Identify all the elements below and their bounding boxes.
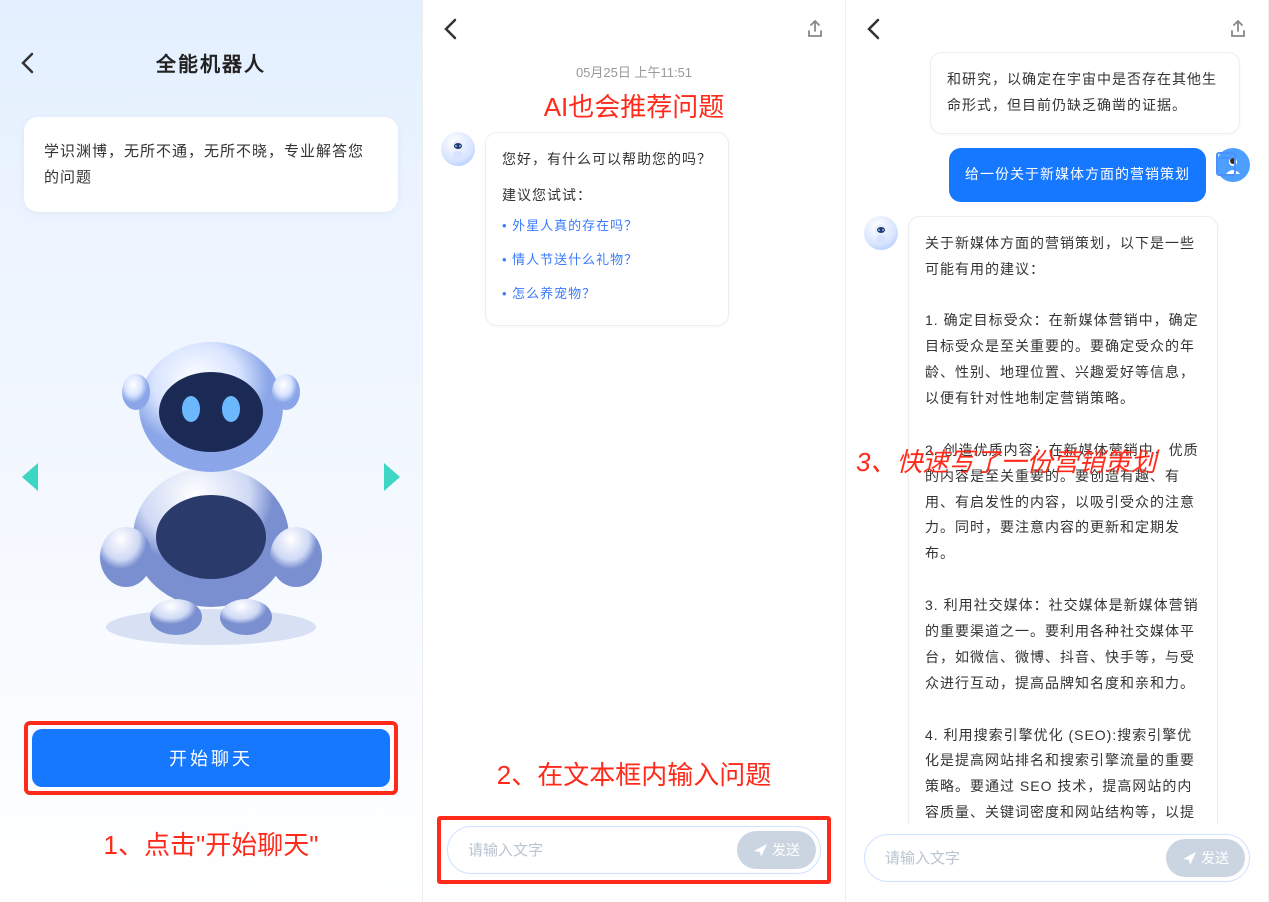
bot-message-row: 关于新媒体方面的营销策划，以下是一些可能有用的建议： 1. 确定目标受众：在新媒… (864, 216, 1250, 824)
user-message-bubble: 给一份关于新媒体方面的营销策划 (949, 148, 1206, 202)
greeting-text: 您好，有什么可以帮助您的吗？ (502, 147, 712, 173)
bot-message-bubble: 您好，有什么可以帮助您的吗？ 建议您试试： 外星人真的存在吗？ 情人节送什么礼物… (485, 132, 729, 326)
annotation-step-3: 3、快速写了一份营销策划 (856, 442, 1156, 479)
send-label: 发送 (1201, 848, 1229, 868)
copy-icon[interactable] (1216, 152, 1236, 176)
send-button[interactable]: 发送 (1166, 839, 1245, 877)
back-icon[interactable] (866, 18, 880, 40)
start-chat-button[interactable]: 开始聊天 (32, 729, 390, 787)
suggestion-item[interactable]: 外星人真的存在吗？ (502, 209, 712, 243)
suggestion-item[interactable]: 怎么养宠物？ (502, 277, 712, 311)
annotation-ai-suggests: AI也会推荐问题 (441, 87, 827, 124)
bot-avatar-icon (864, 216, 898, 250)
input-area-highlight: 发送 (437, 816, 831, 884)
bot-message-bubble: 和研究，以确定在宇宙中是否存在其他生命形式，但目前仍缺乏确凿的证据。 (930, 52, 1240, 134)
intro-card: 学识渊博，无所不通，无所不晓，专业解答您的问题 (24, 117, 398, 212)
user-message-row: 给一份关于新媒体方面的营销策划 (864, 148, 1250, 202)
input-container: 发送 (447, 826, 821, 874)
message-input[interactable] (885, 850, 1166, 867)
back-icon[interactable] (443, 18, 457, 40)
suggestion-item[interactable]: 情人节送什么礼物？ (502, 243, 712, 277)
message-input[interactable] (468, 842, 737, 859)
annotation-step-2: 2、在文本框内输入问题 (423, 735, 845, 816)
header (423, 0, 845, 52)
bot-message-bubble: 关于新媒体方面的营销策划，以下是一些可能有用的建议： 1. 确定目标受众：在新媒… (908, 216, 1218, 824)
annotation-step-1: 1、点击"开始聊天" (0, 795, 422, 902)
input-area: 发送 (846, 824, 1268, 902)
page-title: 全能机器人 (20, 48, 402, 77)
bot-avatar-icon (441, 132, 475, 166)
screen-chat-suggestions: 05月25日 上午11:51 AI也会推荐问题 您好，有什么可以帮助您的吗？ 建… (423, 0, 846, 902)
chat-body: 和研究，以确定在宇宙中是否存在其他生命形式，但目前仍缺乏确凿的证据。 给一份关于… (846, 52, 1268, 824)
chat-body: 05月25日 上午11:51 AI也会推荐问题 您好，有什么可以帮助您的吗？ 建… (423, 52, 845, 735)
timestamp: 05月25日 上午11:51 (441, 52, 827, 87)
bot-message-row: 和研究，以确定在宇宙中是否存在其他生命形式，但目前仍缺乏确凿的证据。 (864, 52, 1250, 134)
screen-intro: 全能机器人 学识渊博，无所不通，无所不晓，专业解答您的问题 开始聊天 (0, 0, 423, 902)
header (846, 0, 1268, 52)
carousel-next-icon[interactable] (384, 463, 400, 491)
header: 全能机器人 (0, 0, 422, 97)
screen-chat-response: 和研究，以确定在宇宙中是否存在其他生命形式，但目前仍缺乏确凿的证据。 给一份关于… (846, 0, 1269, 902)
share-icon[interactable] (805, 19, 825, 39)
share-icon[interactable] (1228, 19, 1248, 39)
bot-message-row: 您好，有什么可以帮助您的吗？ 建议您试试： 外星人真的存在吗？ 情人节送什么礼物… (441, 132, 827, 326)
send-icon (753, 843, 768, 858)
suggestion-title: 建议您试试： (502, 183, 712, 209)
annotation-highlight-box: 开始聊天 (24, 721, 398, 795)
robot-illustration (71, 307, 351, 647)
back-icon[interactable] (20, 52, 34, 74)
robot-carousel (0, 232, 422, 721)
send-icon (1182, 851, 1197, 866)
input-container: 发送 (864, 834, 1250, 882)
carousel-prev-icon[interactable] (22, 463, 38, 491)
send-label: 发送 (772, 840, 800, 860)
send-button[interactable]: 发送 (737, 831, 816, 869)
